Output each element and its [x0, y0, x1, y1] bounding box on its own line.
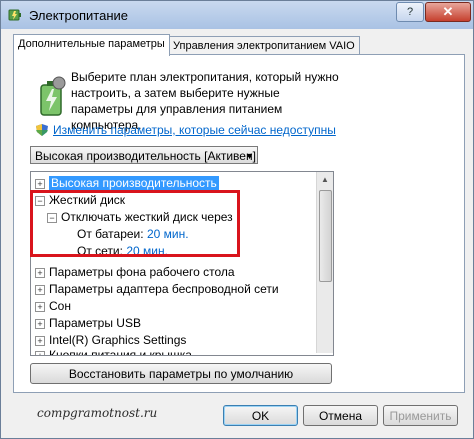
- tree-scrollbar[interactable]: ▲: [316, 172, 333, 353]
- battery-shield-icon: [40, 76, 66, 116]
- tab-advanced-settings[interactable]: Дополнительные параметры: [13, 34, 170, 56]
- tree-item-power-buttons-lid[interactable]: + Кнопки питания и крышка: [35, 347, 192, 356]
- power-options-window: Электропитание ? ✕ Дополнительные параме…: [0, 0, 474, 439]
- window-title: Электропитание: [29, 8, 128, 23]
- expand-icon[interactable]: +: [35, 336, 45, 346]
- tree-item-sleep[interactable]: + Сон: [35, 298, 71, 315]
- tree-item-label: Кнопки питания и крышка: [49, 348, 192, 356]
- expand-icon[interactable]: +: [35, 268, 45, 278]
- close-button[interactable]: ✕: [425, 2, 471, 22]
- tree-item-label: Параметры адаптера беспроводной сети: [49, 282, 279, 296]
- tab-vaio-power-management[interactable]: Управления электропитанием VAIO: [168, 36, 360, 56]
- power-plan-select[interactable]: Высокая производительность [Активен] ▼: [30, 146, 258, 164]
- plugged-in-value[interactable]: 20 мин.: [126, 244, 168, 258]
- collapse-icon[interactable]: −: [35, 196, 45, 206]
- expand-icon[interactable]: +: [35, 302, 45, 312]
- tree-item-desktop-background[interactable]: + Параметры фона рабочего стола: [35, 264, 235, 281]
- expand-icon[interactable]: +: [35, 319, 45, 329]
- ok-button[interactable]: OK: [223, 405, 298, 426]
- tree-item-label: Параметры USB: [49, 316, 141, 330]
- tree-item-label: Сон: [49, 299, 71, 313]
- tree-item-label: От сети:: [77, 244, 123, 258]
- tree-item-label: От батареи:: [77, 227, 144, 241]
- tree-item-label: Отключать жесткий диск через: [61, 210, 233, 224]
- change-unavailable-settings-link[interactable]: Изменить параметры, которые сейчас недос…: [53, 123, 336, 137]
- title-bar[interactable]: Электропитание ? ✕: [1, 1, 473, 29]
- tree-item-plugged-in[interactable]: От сети: 20 мин.: [77, 243, 168, 260]
- tree-item-wireless-adapter[interactable]: + Параметры адаптера беспроводной сети: [35, 281, 279, 298]
- apply-button[interactable]: Применить: [383, 405, 458, 426]
- collapse-icon[interactable]: −: [47, 213, 57, 223]
- scroll-up-icon[interactable]: ▲: [317, 172, 333, 188]
- chevron-down-icon: ▼: [245, 151, 254, 161]
- watermark-text: compgramotnost.ru: [37, 406, 158, 420]
- help-button[interactable]: ?: [396, 2, 424, 22]
- tree-item-high-performance[interactable]: + Высокая производительность: [35, 175, 219, 192]
- tree-item-label: Жесткий диск: [49, 193, 126, 207]
- tree-item-label: Параметры фона рабочего стола: [49, 265, 235, 279]
- expand-icon[interactable]: +: [35, 179, 45, 189]
- tree-item-hard-disk[interactable]: − Жесткий диск: [35, 192, 125, 209]
- tree-item-usb[interactable]: + Параметры USB: [35, 315, 141, 332]
- restore-defaults-button[interactable]: Восстановить параметры по умолчанию: [30, 363, 332, 384]
- tree-item-label: Intel(R) Graphics Settings: [49, 333, 187, 347]
- power-options-icon: [8, 9, 21, 21]
- power-plan-selected: Высокая производительность [Активен]: [35, 149, 256, 163]
- on-battery-value[interactable]: 20 мин.: [147, 227, 189, 241]
- settings-tree[interactable]: + Высокая производительность − Жесткий д…: [30, 171, 334, 356]
- expand-icon[interactable]: +: [35, 351, 45, 355]
- uac-shield-icon: [36, 124, 48, 136]
- tree-item-on-battery[interactable]: От батареи: 20 мин.: [77, 226, 189, 243]
- scrollbar-thumb[interactable]: [319, 190, 332, 282]
- tree-item-turn-off-disk-after[interactable]: − Отключать жесткий диск через: [47, 209, 233, 226]
- tree-item-label: Высокая производительность: [49, 176, 219, 190]
- cancel-button[interactable]: Отмена: [303, 405, 378, 426]
- expand-icon[interactable]: +: [35, 285, 45, 295]
